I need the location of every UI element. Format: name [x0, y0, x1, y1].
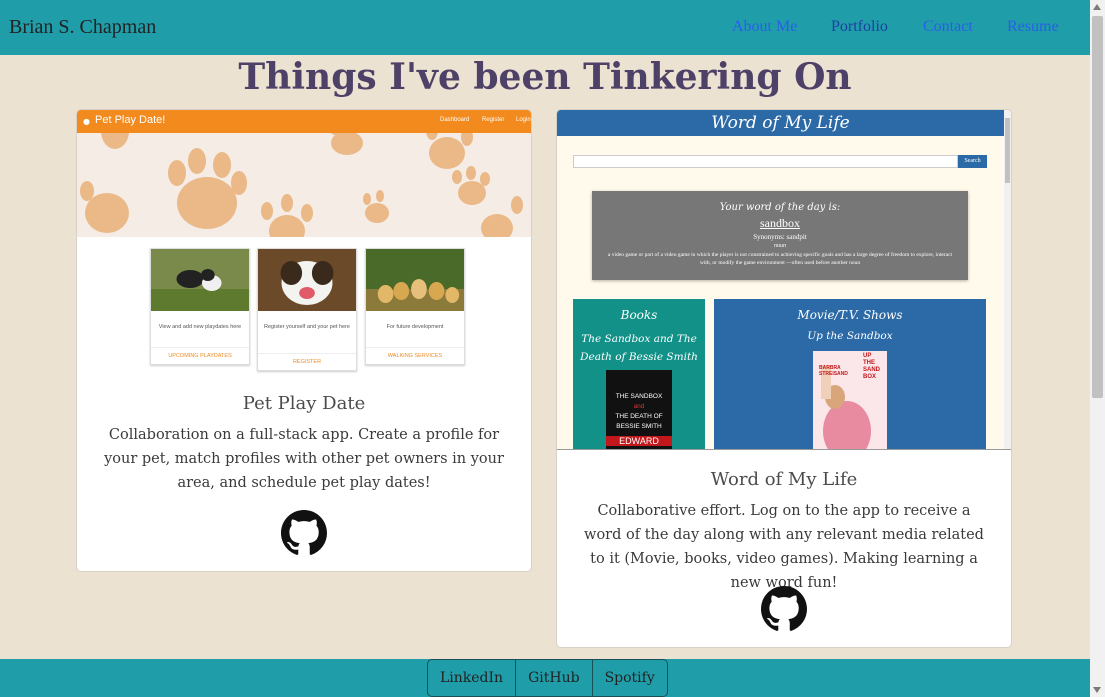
- preview-card-link: REGISTER: [258, 353, 356, 370]
- preview-card-text: Register yourself and your pet here: [264, 324, 350, 330]
- preview-card-text: View and add new playdates here: [158, 324, 242, 330]
- movie-poster-title: UP THE SAND BOX: [863, 353, 881, 380]
- site-brand[interactable]: Brian S. Chapman: [9, 16, 156, 39]
- preview-card-walking: For future development WALKING SERVICES: [365, 248, 465, 365]
- project-description: Collaborative effort. Log on to the app …: [584, 503, 984, 591]
- preview-card-link: UPCOMING PLAYDATES: [151, 347, 249, 364]
- page-title: Things I've been Tinkering On: [238, 56, 852, 98]
- movie-poster-credit: BARBRA STREISAND: [819, 365, 848, 377]
- book-cover-line: EDWARD: [606, 436, 672, 446]
- page-scrollbar[interactable]: [1090, 0, 1105, 697]
- word-of-my-life-screenshot[interactable]: Word of My Life Search Your word of the …: [557, 110, 1011, 450]
- github-icon[interactable]: [281, 510, 327, 556]
- dog-photo-icon: [258, 249, 356, 311]
- movie-title: Up the Sandbox: [807, 330, 893, 342]
- paw-pattern-icon: [80, 133, 523, 237]
- preview-search-button: Search: [958, 155, 987, 168]
- preview-navbar: ● Pet Play Date! Dashboard Register Logi…: [77, 110, 531, 133]
- preview-nav-dashboard: Dashboard: [440, 117, 470, 123]
- preview-scrollbar: [1004, 110, 1011, 449]
- github-icon[interactable]: [761, 586, 807, 632]
- project-title: Pet Play Date: [242, 393, 366, 414]
- nav-resume[interactable]: Resume: [1007, 18, 1059, 36]
- project-title: Word of My Life: [710, 469, 858, 490]
- footer: LinkedIn GitHub Spotify: [0, 659, 1090, 697]
- wod-part-of-speech: noun: [774, 243, 786, 249]
- book-cover-line: THE SANDBOX: [615, 393, 663, 400]
- book-cover-line: and: [633, 403, 645, 410]
- scroll-up-arrow-icon[interactable]: [1093, 4, 1101, 10]
- book-cover-line: THE DEATH OF BESSIE SMITH: [615, 413, 663, 430]
- book-title: The Sandbox and The Death of Bessie Smit…: [580, 333, 698, 363]
- preview-search-input: [573, 155, 958, 168]
- wod-heading: Your word of the day is:: [719, 202, 841, 213]
- preview-navbar: Word of My Life: [557, 110, 1004, 136]
- books-heading: Books: [620, 308, 658, 322]
- word-of-the-day-box: Your word of the day is: sandbox Synonym…: [592, 191, 968, 280]
- github-button[interactable]: GitHub: [516, 660, 593, 696]
- preview-card-register: Register yourself and your pet here REGI…: [257, 248, 357, 371]
- nav-contact[interactable]: Contact: [923, 18, 973, 36]
- preview-card-link: WALKING SERVICES: [366, 347, 464, 364]
- nav-about-me[interactable]: About Me: [732, 18, 797, 36]
- puppies-photo-icon: [366, 249, 464, 311]
- movies-panel: Movie/T.V. Shows Up the Sandbox BARBRA S…: [714, 299, 986, 449]
- cat-dog-photo-icon: [151, 249, 249, 311]
- preview-card-playdates: View and add new playdates here UPCOMING…: [150, 248, 250, 365]
- linkedin-button[interactable]: LinkedIn: [428, 660, 517, 696]
- movie-poster-image: BARBRA STREISAND UP THE SAND BOX: [813, 351, 887, 449]
- wod-definition: a video game or part of a video game in …: [607, 252, 953, 266]
- project-card-pet-play-date: ● Pet Play Date! Dashboard Register Logi…: [76, 109, 532, 572]
- spotify-button[interactable]: Spotify: [593, 660, 667, 696]
- scroll-down-arrow-icon[interactable]: [1093, 687, 1101, 693]
- paw-print-hero: [77, 133, 531, 237]
- social-button-group: LinkedIn GitHub Spotify: [427, 659, 668, 697]
- movies-heading: Movie/T.V. Shows: [797, 308, 903, 322]
- nav-portfolio[interactable]: Portfolio: [831, 18, 888, 36]
- preview-brand: Pet Play Date!: [95, 114, 166, 126]
- project-description: Collaboration on a full-stack app. Creat…: [104, 427, 504, 491]
- preview-nav-register: Register: [482, 117, 505, 123]
- scroll-thumb[interactable]: [1092, 16, 1103, 398]
- navbar: Brian S. Chapman About Me Portfolio Cont…: [0, 0, 1090, 55]
- preview-scroll-thumb: [1005, 118, 1010, 183]
- preview-nav-login: Login: [516, 117, 531, 123]
- project-card-word-of-my-life: Word of My Life Search Your word of the …: [556, 109, 1012, 648]
- books-panel: Books The Sandbox and The Death of Bessi…: [573, 299, 705, 449]
- book-cover-image: THE SANDBOX and THE DEATH OF BESSIE SMIT…: [606, 370, 672, 449]
- paw-icon: ●: [83, 117, 90, 126]
- wod-word: sandbox: [760, 216, 800, 230]
- preview-card-text: For future development: [386, 324, 444, 330]
- wod-synonyms: Synonyms: sandpit: [753, 233, 807, 241]
- preview-brand: Word of My Life: [711, 113, 850, 133]
- pet-play-date-screenshot[interactable]: ● Pet Play Date! Dashboard Register Logi…: [77, 110, 531, 382]
